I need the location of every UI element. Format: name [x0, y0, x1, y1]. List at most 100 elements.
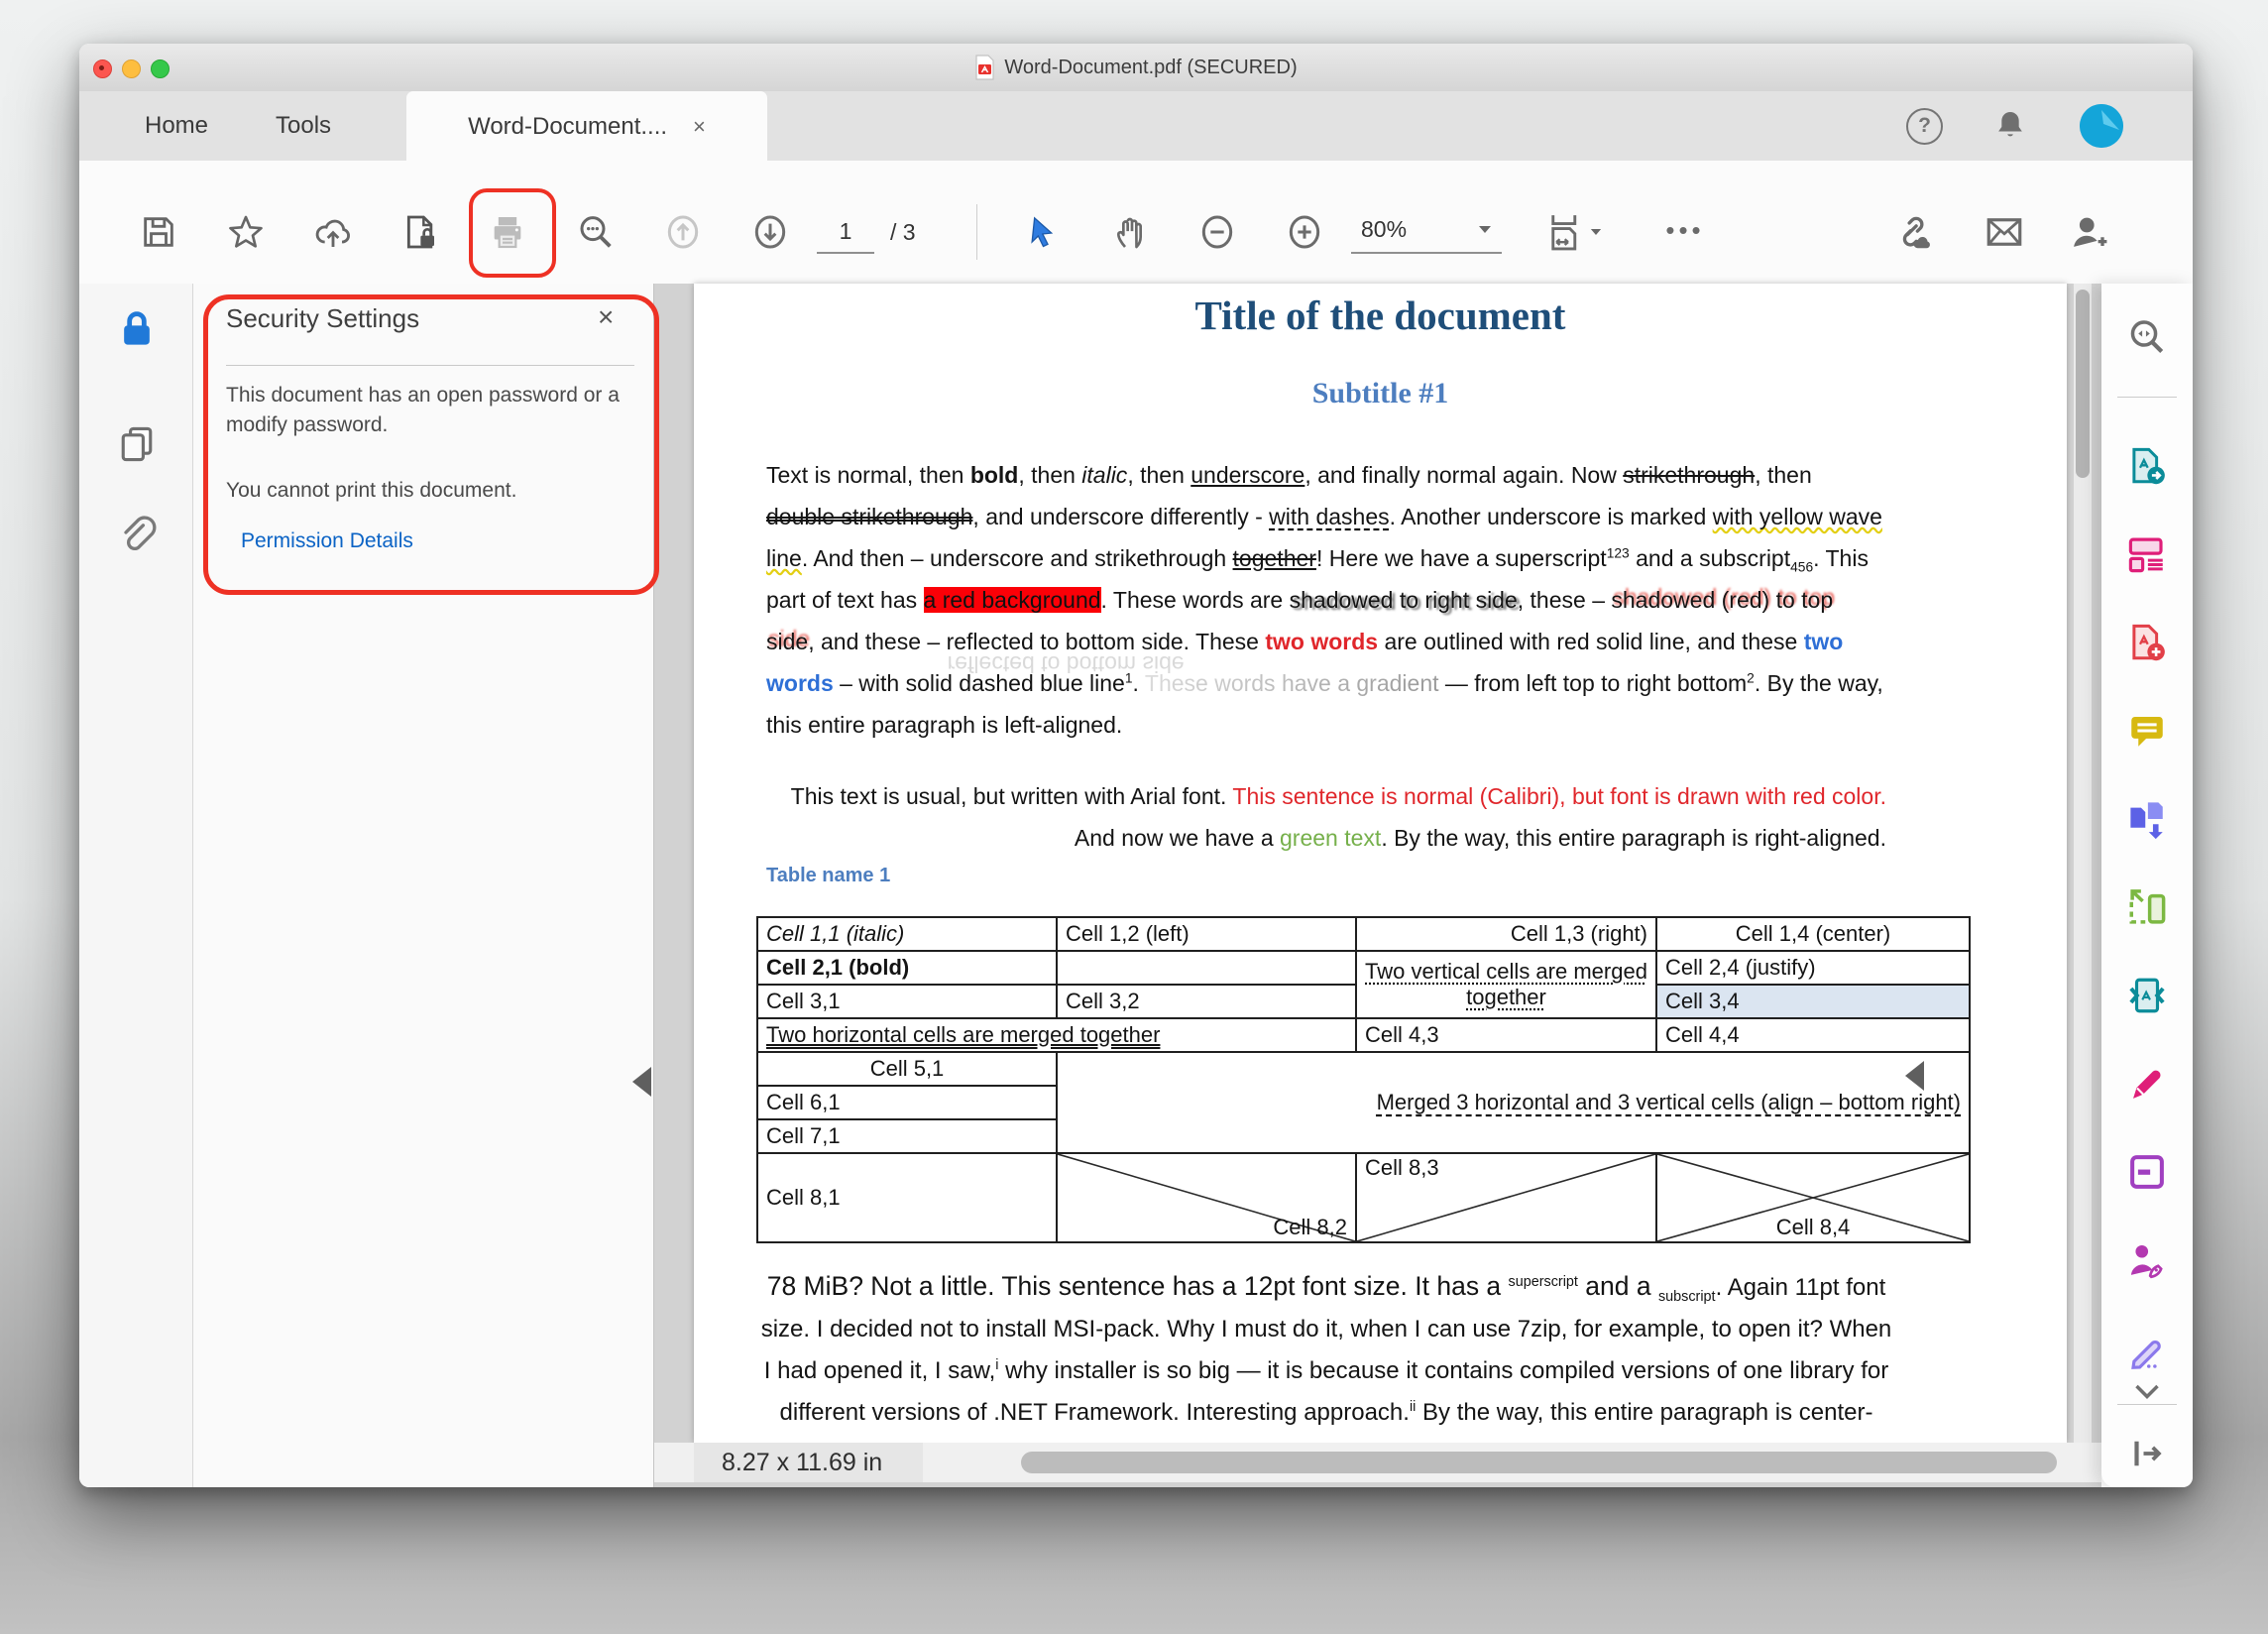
fill-sign-button[interactable] — [2125, 1062, 2169, 1106]
page-size-indicator: 8.27 x 11.69 in — [694, 1443, 923, 1482]
link-icon — [1889, 211, 1931, 253]
status-row: 8.27 x 11.69 in — [654, 1443, 2101, 1482]
panel-divider — [226, 365, 634, 366]
text-run: This text is usual, but written with Ari… — [791, 783, 1233, 809]
notifications-button[interactable] — [1990, 91, 2030, 161]
star-button[interactable] — [224, 202, 268, 262]
help-button[interactable]: ? — [1906, 91, 1943, 161]
tab-document[interactable]: Word-Document.... × — [406, 91, 767, 162]
text-run: , and these – — [808, 629, 946, 654]
create-pdf-button[interactable] — [2125, 621, 2169, 664]
tab-tools[interactable]: Tools — [276, 91, 331, 161]
organize-pages-button[interactable] — [2125, 885, 2169, 929]
app-window: Word-Document.pdf (SECURED) Home Tools W… — [79, 44, 2193, 1487]
search-button[interactable] — [574, 202, 618, 262]
text-run: double strikethrough — [766, 504, 972, 529]
minus-circle-icon — [1197, 212, 1237, 252]
text-run: . Another underscore is marked — [1390, 504, 1713, 529]
text-run: . These words are — [1101, 587, 1290, 613]
vertical-scrollbar[interactable] — [2074, 284, 2092, 1443]
titlebar[interactable]: Word-Document.pdf (SECURED) — [79, 44, 2193, 92]
text-run: and a — [1578, 1271, 1658, 1301]
file-lock-icon — [400, 212, 440, 252]
horizontal-scrollbar-thumb[interactable] — [1021, 1452, 2057, 1473]
arrow-down-circle-icon — [750, 212, 790, 252]
collapse-right-panel-arrow[interactable] — [1905, 1061, 1924, 1091]
zoom-level-select[interactable]: 80% — [1351, 206, 1502, 254]
table-cell: Cell 8,1 — [757, 1153, 1057, 1242]
draw-button[interactable] — [2125, 1327, 2169, 1370]
table-cell-highlighted: Cell 3,4 — [1656, 985, 1970, 1018]
table-cell-diagonal: Cell 8,2 — [1057, 1153, 1356, 1242]
select-tool-button[interactable] — [1021, 202, 1065, 262]
hand-tool-button[interactable] — [1108, 202, 1152, 262]
text-run: strikethrough — [1623, 462, 1755, 488]
more-tools-button[interactable]: ••• — [1645, 200, 1725, 260]
text-run: together — [1233, 545, 1316, 571]
table-cell-diagonal: Cell 8,3 — [1356, 1153, 1656, 1242]
text-run: italic — [1081, 462, 1127, 488]
text-run: shadowed to right side — [1290, 587, 1518, 613]
edit-pdf-button[interactable] — [2125, 532, 2169, 576]
text-run: with dashes — [1269, 504, 1389, 529]
table-cell — [1057, 951, 1356, 985]
text-run: , these – — [1518, 587, 1612, 613]
text-run: superscript — [1509, 1274, 1578, 1290]
lock-icon — [115, 307, 159, 351]
cloud-upload-button[interactable] — [311, 202, 355, 262]
table-cell: Cell 1,4 (center) — [1656, 917, 1970, 951]
page-number-input[interactable]: 1 — [817, 212, 874, 254]
table-cell: Cell 3,2 — [1057, 985, 1356, 1018]
chevron-down-icon — [1478, 225, 1492, 234]
redact-button[interactable] — [2125, 1150, 2169, 1194]
next-page-button[interactable] — [748, 202, 792, 262]
document-area[interactable]: Title of the document Subtitle #1 Text i… — [654, 284, 2101, 1487]
share-with-people-button[interactable] — [2067, 202, 2110, 262]
save-button[interactable] — [137, 202, 180, 262]
comment-button[interactable] — [2125, 709, 2169, 753]
rail-divider — [2117, 1404, 2177, 1405]
table-cell-merged-3x3: Merged 3 horizontal and 3 vertical cells… — [1057, 1052, 1970, 1153]
save-icon — [139, 212, 178, 252]
export-pdf-button[interactable] — [2125, 444, 2169, 488]
left-rail — [79, 284, 193, 1487]
collapse-pane-button[interactable] — [2125, 1432, 2169, 1475]
text-run: And now we have a — [1075, 825, 1280, 851]
plus-circle-icon — [1285, 212, 1324, 252]
zoom-out-button[interactable] — [1195, 202, 1239, 262]
zoom-in-button[interactable] — [1283, 202, 1326, 262]
text-run: 456 — [1790, 560, 1813, 575]
document-subtitle: Subtitle #1 — [694, 377, 2067, 410]
security-settings-button[interactable] — [115, 307, 159, 351]
security-settings-panel: Security Settings × This document has an… — [193, 284, 654, 1487]
more-tools-button-rail[interactable] — [2125, 1370, 2169, 1414]
organize-pages-icon — [2126, 886, 2168, 928]
table-cell: Cell 1,2 (left) — [1057, 917, 1356, 951]
file-protect-button[interactable] — [398, 202, 442, 262]
tab-home[interactable]: Home — [145, 91, 208, 161]
combine-files-button[interactable] — [2125, 797, 2169, 841]
panel-message-password: This document has an open password or a … — [226, 381, 632, 440]
page-thumbnails-button[interactable] — [115, 422, 159, 466]
tab-close-icon[interactable]: × — [693, 114, 706, 140]
compress-pdf-button[interactable] — [2125, 974, 2169, 1017]
search-enhance-icon — [2126, 316, 2168, 358]
find-enhance-button[interactable] — [2125, 315, 2169, 359]
attachments-button[interactable] — [115, 513, 159, 556]
redact-icon — [2126, 1151, 2168, 1193]
pdf-page: Title of the document Subtitle #1 Text i… — [694, 284, 2067, 1443]
vertical-scrollbar-thumb[interactable] — [2076, 290, 2090, 478]
request-signatures-button[interactable] — [2125, 1238, 2169, 1282]
text-run: , and underscore differently - — [972, 504, 1269, 529]
fit-width-button[interactable] — [1534, 202, 1614, 262]
share-link-button[interactable] — [1888, 202, 1932, 262]
email-button[interactable] — [1983, 202, 2026, 262]
collapse-left-panel-arrow[interactable] — [632, 1067, 651, 1097]
export-pdf-icon — [2126, 445, 2168, 487]
account-button[interactable] — [2080, 91, 2123, 161]
text-run: . — [1133, 670, 1145, 696]
permission-details-link[interactable]: Permission Details — [241, 529, 413, 553]
panel-close-button[interactable]: × — [598, 301, 614, 333]
previous-page-button[interactable] — [661, 202, 705, 262]
window-title: Word-Document.pdf (SECURED) — [1004, 57, 1297, 79]
